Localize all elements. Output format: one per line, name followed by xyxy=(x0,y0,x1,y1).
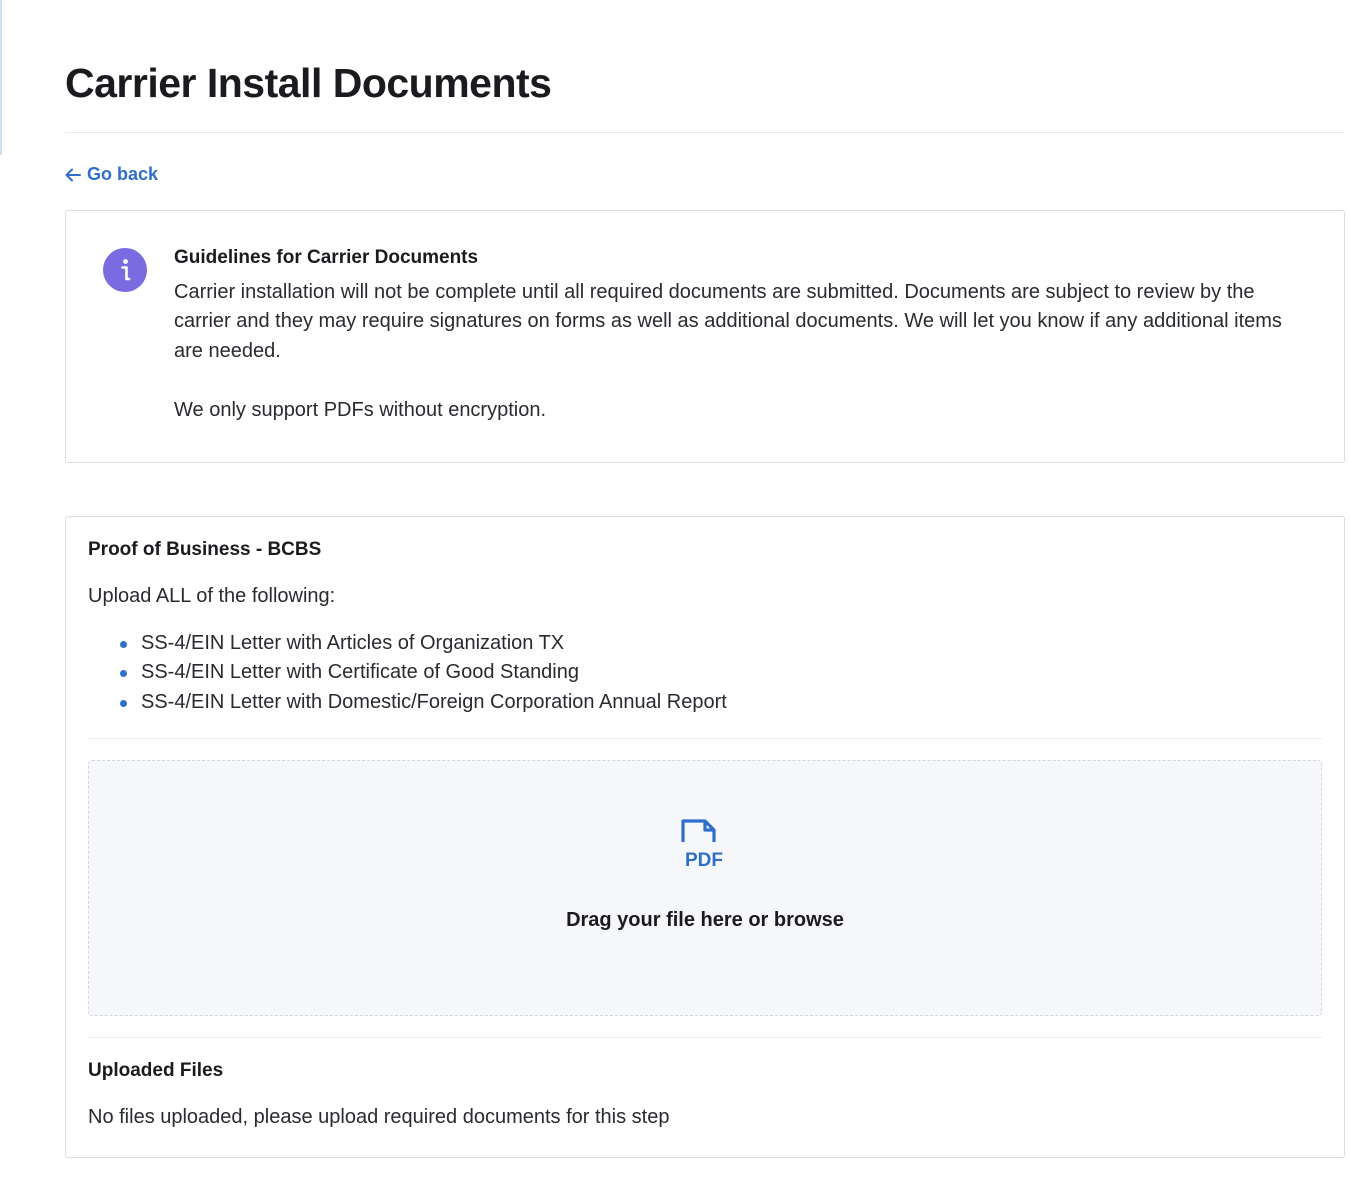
section-divider xyxy=(88,1037,1322,1038)
requirement-item: SS-4/EIN Letter with Articles of Organiz… xyxy=(118,629,1322,659)
title-divider xyxy=(65,132,1345,133)
guidelines-title: Guidelines for Carrier Documents xyxy=(174,246,479,268)
guidelines-text: Guidelines for Carrier Documents Carrier… xyxy=(174,245,1314,426)
page-title: Carrier Install Documents xyxy=(65,60,552,106)
file-dropzone[interactable]: PDF Drag your file here or browse xyxy=(88,760,1322,1016)
guidelines-note: We only support PDFs without encryption. xyxy=(174,399,547,421)
svg-text:PDF: PDF xyxy=(685,850,723,868)
page: Carrier Install Documents Go back Guidel… xyxy=(0,0,1350,1178)
uploaded-files-title: Uploaded Files xyxy=(88,1060,224,1081)
left-edge-accent xyxy=(0,0,2,155)
document-title: Proof of Business - BCBS xyxy=(88,538,322,560)
pdf-file-icon: PDF xyxy=(680,818,730,873)
document-card: Proof of Business - BCBS Upload ALL of t… xyxy=(65,515,1345,1158)
go-back-link[interactable]: Go back xyxy=(65,164,158,185)
uploaded-files-empty-message: No files uploaded, please upload require… xyxy=(88,1106,670,1128)
main-content: Carrier Install Documents Go back Guidel… xyxy=(65,0,1345,1158)
guidelines-body: Carrier installation will not be complet… xyxy=(174,280,1282,362)
section-divider xyxy=(88,738,1322,739)
info-icon xyxy=(103,247,147,292)
guidelines-panel: Guidelines for Carrier Documents Carrier… xyxy=(65,209,1345,463)
requirement-item: SS-4/EIN Letter with Certificate of Good… xyxy=(118,658,1322,688)
arrow-left-icon xyxy=(65,168,81,182)
document-instructions: Upload ALL of the following: xyxy=(88,584,336,607)
dropzone-label: Drag your file here or browse xyxy=(566,909,844,931)
go-back-label: Go back xyxy=(87,164,159,184)
requirements-list: SS-4/EIN Letter with Articles of Organiz… xyxy=(88,629,1322,718)
requirement-item: SS-4/EIN Letter with Domestic/Foreign Co… xyxy=(118,688,1322,718)
